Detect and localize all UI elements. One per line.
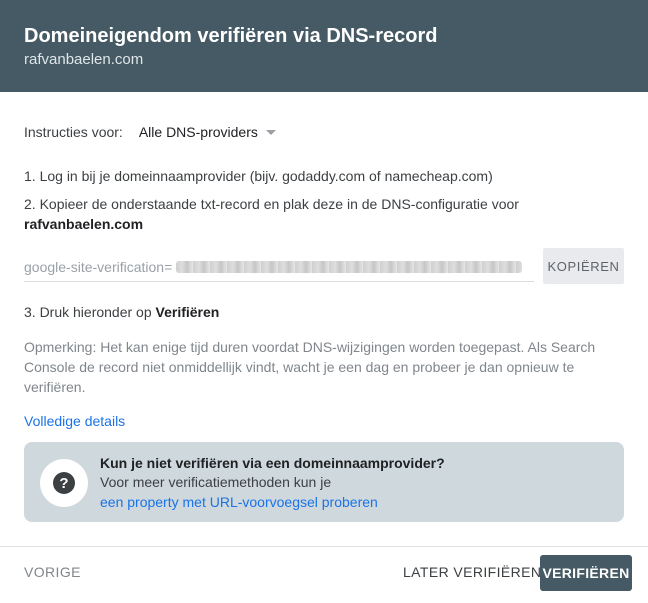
domain-name: rafvanbaelen.com [24, 51, 144, 68]
chevron-down-icon [265, 129, 276, 135]
verify-later-button[interactable]: LATER VERIFIËREN [403, 564, 541, 580]
provider-dropdown[interactable]: Alle DNS-providers [139, 124, 276, 140]
copy-button[interactable]: KOPIËREN [543, 248, 624, 284]
step-3-text: 3. Druk hieronder op [24, 304, 152, 320]
help-text: Voor meer verificatiemethoden kun je [100, 474, 332, 490]
note-text: Opmerking: Het kan enige tijd duren voor… [24, 339, 596, 395]
help-box: ? Kun je niet verifiëren via een domeinn… [24, 442, 624, 522]
step-2-text: 2. Kopieer de onderstaande txt-record en… [24, 196, 519, 212]
dialog-header: Domeineigendom verifiëren via DNS-record… [0, 0, 648, 92]
provider-dropdown-value: Alle DNS-providers [138, 124, 258, 140]
instructions-label: Instructies voor: [24, 124, 123, 140]
step-2-domain: rafvanbaelen.com [24, 216, 144, 232]
step-3: 3. Druk hieronder op Verifiëren [24, 302, 219, 322]
txt-record-prefix: google-site-verification= [24, 258, 173, 275]
txt-record-field[interactable]: google-site-verification= [24, 252, 534, 282]
instructions-row: Instructies voor: Alle DNS-providers [24, 124, 276, 140]
help-icon-circle: ? [40, 459, 88, 507]
verify-button[interactable]: VERIFIËREN [540, 555, 632, 591]
full-details-link[interactable]: Volledige details [24, 413, 125, 429]
footer-divider [0, 546, 648, 547]
help-title: Kun je niet verifiëren via een domeinnaa… [100, 455, 445, 471]
step-1: 1. Log in bij je domeinnaamprovider (bij… [24, 168, 493, 184]
txt-record-value-redacted [176, 260, 523, 273]
dialog-title: Domeineigendom verifiëren via DNS-record [24, 25, 438, 47]
step-3-bold: Verifiëren [155, 304, 220, 320]
url-prefix-property-link[interactable]: een property met URL-voorvoegsel probere… [100, 492, 378, 512]
previous-button[interactable]: VORIGE [24, 564, 81, 580]
step-2: 2. Kopieer de onderstaande txt-record en… [24, 194, 624, 234]
question-icon: ? [53, 472, 75, 494]
